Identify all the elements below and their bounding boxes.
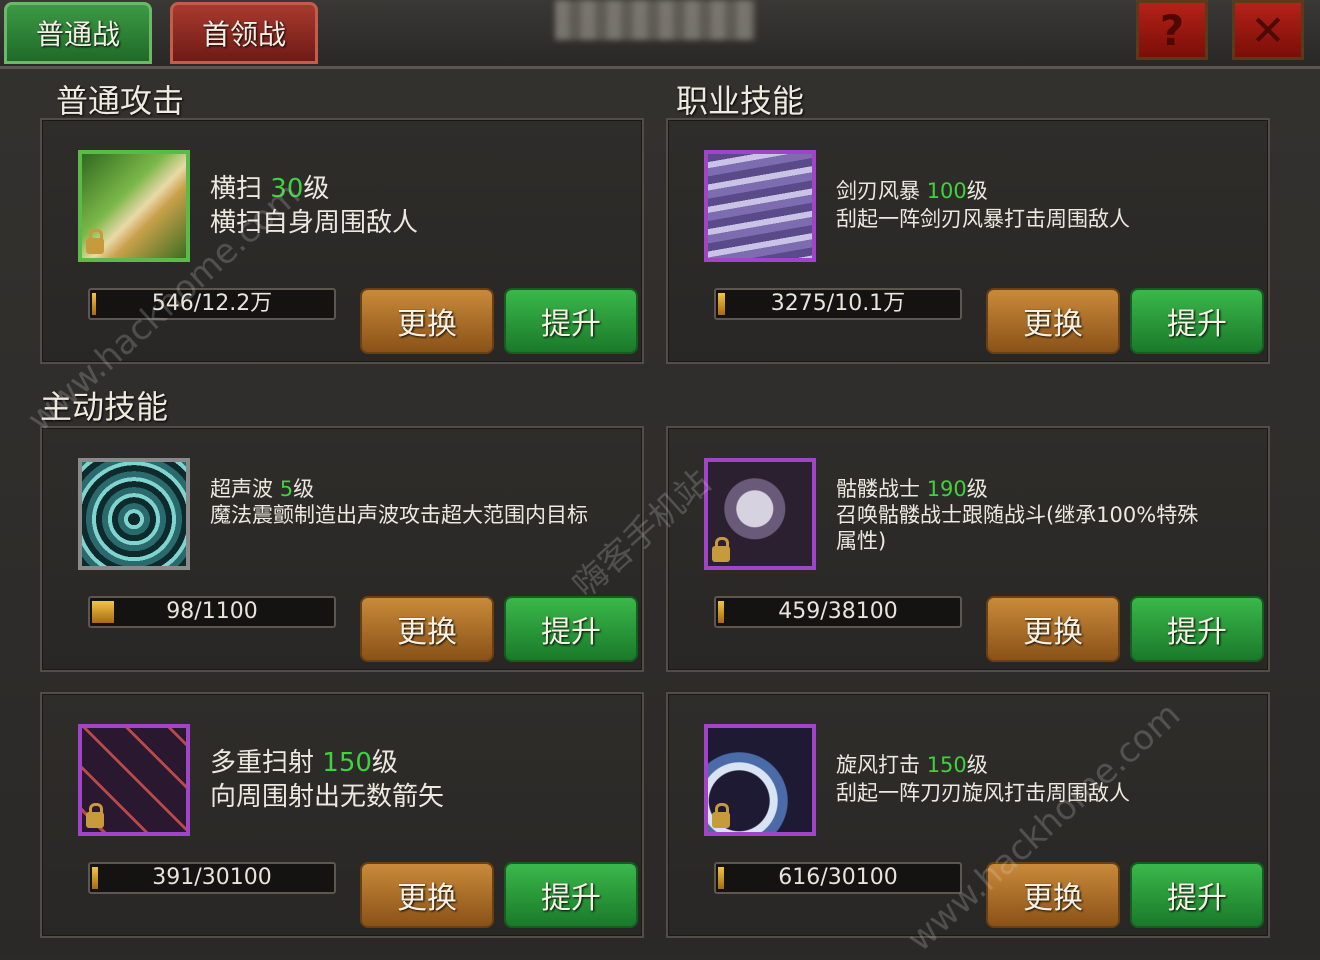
skill-card: 超声波 5级 魔法震颤制造出声波攻击超大范围内目标 98/1100 更换 提升 bbox=[40, 426, 644, 672]
close-icon: ✕ bbox=[1250, 5, 1286, 55]
skill-card: 骷髅战士 190级 召唤骷髅战士跟随战斗(继承100%特殊属性) 459/381… bbox=[666, 426, 1270, 672]
swap-button[interactable]: 更换 bbox=[360, 596, 494, 662]
help-icon: ? bbox=[1159, 5, 1185, 55]
skill-name: 旋风打击 150级 bbox=[836, 753, 988, 777]
skill-card: 多重扫射 150级 向周围射出无数箭矢 391/30100 更换 提升 bbox=[40, 692, 644, 938]
experience-bar: 98/1100 bbox=[88, 596, 336, 628]
swap-button[interactable]: 更换 bbox=[986, 862, 1120, 928]
skill-window: 普通战 首领战 ? ✕ 普通攻击 职业技能 主动技能 横扫 30级 横扫自身周围… bbox=[0, 0, 1320, 960]
experience-bar: 391/30100 bbox=[88, 862, 336, 894]
upgrade-button[interactable]: 提升 bbox=[504, 862, 638, 928]
multi-shot-icon[interactable] bbox=[78, 724, 190, 836]
tab-boss-battle[interactable]: 首领战 bbox=[170, 2, 318, 64]
skill-description: 刮起一阵剑刃风暴打击周围敌人 bbox=[836, 207, 1130, 231]
skill-description: 横扫自身周围敌人 bbox=[210, 208, 419, 238]
sweep-icon[interactable] bbox=[78, 150, 190, 262]
experience-text: 391/30100 bbox=[152, 865, 272, 890]
skill-name: 剑刃风暴 100级 bbox=[836, 179, 988, 203]
experience-bar: 616/30100 bbox=[714, 862, 962, 894]
window-title-blurred bbox=[555, 0, 755, 40]
skill-description: 召唤骷髅战士跟随战斗(继承100%特殊属性) bbox=[836, 503, 1199, 553]
skeleton-warrior-icon[interactable] bbox=[704, 458, 816, 570]
experience-text: 546/12.2万 bbox=[151, 291, 273, 316]
experience-bar: 459/38100 bbox=[714, 596, 962, 628]
skill-description: 魔法震颤制造出声波攻击超大范围内目标 bbox=[210, 503, 588, 527]
help-button[interactable]: ? bbox=[1136, 0, 1208, 60]
lock-icon bbox=[712, 537, 730, 562]
upgrade-button[interactable]: 提升 bbox=[504, 288, 638, 354]
tab-normal-battle[interactable]: 普通战 bbox=[4, 2, 152, 64]
experience-bar: 3275/10.1万 bbox=[714, 288, 962, 320]
skill-name: 超声波 5级 bbox=[210, 477, 315, 501]
swap-button[interactable]: 更换 bbox=[986, 596, 1120, 662]
lock-icon bbox=[712, 803, 730, 828]
experience-text: 3275/10.1万 bbox=[770, 291, 906, 316]
skill-card: 旋风打击 150级 刮起一阵刀刃旋风打击周围敌人 616/30100 更换 提升 bbox=[666, 692, 1270, 938]
swap-button[interactable]: 更换 bbox=[360, 862, 494, 928]
upgrade-button[interactable]: 提升 bbox=[1130, 288, 1264, 354]
section-title-class-skill: 职业技能 bbox=[676, 82, 805, 120]
lock-icon bbox=[86, 229, 104, 254]
close-button[interactable]: ✕ bbox=[1232, 0, 1304, 60]
skill-card: 剑刃风暴 100级 刮起一阵剑刃风暴打击周围敌人 3275/10.1万 更换 提… bbox=[666, 118, 1270, 364]
skill-name: 横扫 30级 bbox=[210, 174, 330, 204]
upgrade-button[interactable]: 提升 bbox=[1130, 596, 1264, 662]
skill-description: 向周围射出无数箭矢 bbox=[210, 782, 445, 812]
experience-text: 616/30100 bbox=[778, 865, 898, 890]
experience-text: 98/1100 bbox=[166, 599, 258, 624]
whirlwind-strike-icon[interactable] bbox=[704, 724, 816, 836]
skill-name: 骷髅战士 190级 bbox=[836, 477, 988, 501]
upgrade-button[interactable]: 提升 bbox=[504, 596, 638, 662]
skill-description: 刮起一阵刀刃旋风打击周围敌人 bbox=[836, 781, 1130, 805]
swap-button[interactable]: 更换 bbox=[986, 288, 1120, 354]
top-bar: 普通战 首领战 ? ✕ bbox=[0, 0, 1320, 69]
blade-storm-icon[interactable] bbox=[704, 150, 816, 262]
upgrade-button[interactable]: 提升 bbox=[1130, 862, 1264, 928]
skill-name: 多重扫射 150级 bbox=[210, 748, 398, 778]
experience-text: 459/38100 bbox=[778, 599, 898, 624]
sonic-wave-icon[interactable] bbox=[78, 458, 190, 570]
experience-bar: 546/12.2万 bbox=[88, 288, 336, 320]
swap-button[interactable]: 更换 bbox=[360, 288, 494, 354]
skill-card: 横扫 30级 横扫自身周围敌人 546/12.2万 更换 提升 bbox=[40, 118, 644, 364]
section-title-active-skill: 主动技能 bbox=[40, 388, 169, 426]
section-title-normal-attack: 普通攻击 bbox=[56, 82, 185, 120]
lock-icon bbox=[86, 803, 104, 828]
